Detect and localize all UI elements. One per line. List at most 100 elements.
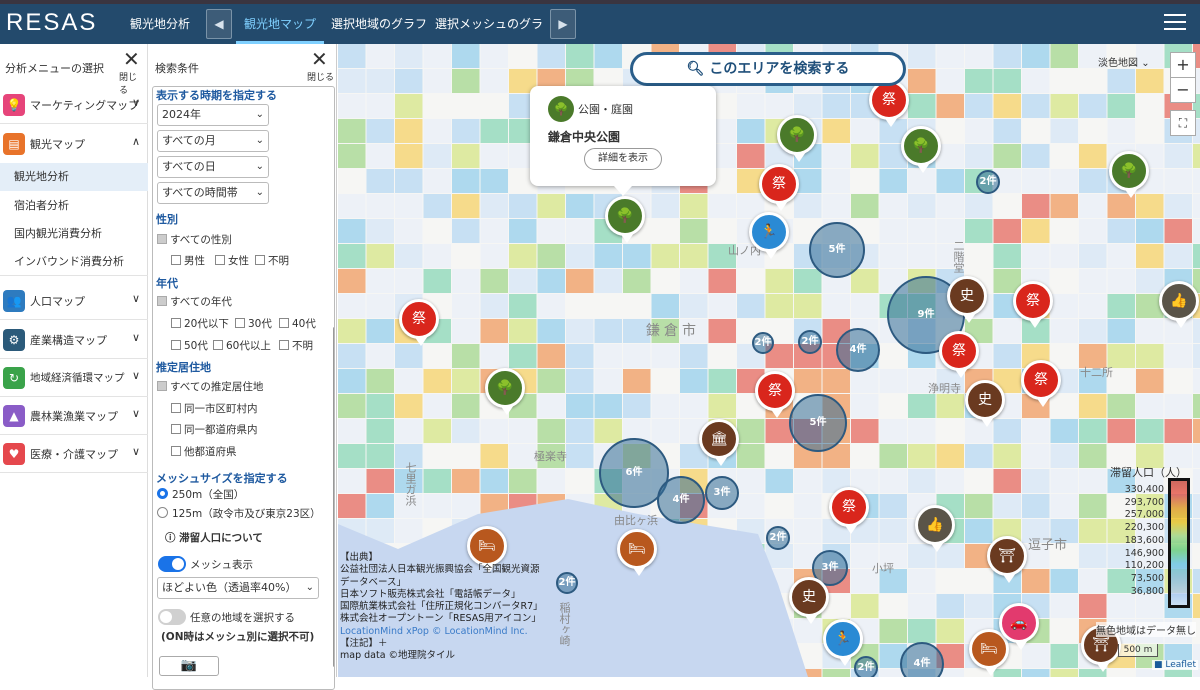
credit-line[interactable]: LocationMind xPop © LocationMind Inc. [340, 626, 540, 638]
mesh-cell[interactable] [366, 419, 395, 443]
menu-medical-care-map[interactable]: ♥ 医療・介護マップ ∨ [0, 435, 148, 473]
mesh-cell[interactable] [651, 294, 680, 318]
mesh-cell[interactable] [1164, 144, 1193, 168]
mesh-cell[interactable] [1107, 319, 1136, 343]
mesh-cell[interactable] [993, 244, 1022, 268]
mesh-125m-radio[interactable]: 125m（政令市及び東京23区） [157, 506, 321, 521]
mesh-cell[interactable] [480, 294, 509, 318]
gender-all-checkbox[interactable]: すべての性別 [157, 232, 232, 247]
mesh-cell[interactable] [965, 519, 993, 543]
leaflet-attribution[interactable]: ■ Leaflet [1151, 660, 1198, 670]
mesh-cell[interactable] [338, 119, 366, 143]
activity-pin-icon[interactable]: 🏃 [749, 212, 789, 259]
mesh-cell[interactable] [879, 194, 908, 218]
mesh-cell[interactable] [395, 44, 423, 68]
mesh-cell[interactable] [423, 369, 452, 393]
mesh-cell[interactable] [423, 419, 452, 443]
mesh-cell[interactable] [1050, 494, 1079, 518]
mesh-cell[interactable] [851, 144, 879, 168]
mesh-cell[interactable] [480, 119, 509, 143]
mesh-cell[interactable] [1050, 319, 1079, 343]
cluster-marker[interactable]: 4件 [836, 328, 880, 372]
mesh-cell[interactable] [452, 169, 480, 193]
mesh-cell[interactable] [452, 44, 480, 68]
mesh-cell[interactable] [366, 194, 395, 218]
mesh-cell[interactable] [480, 219, 509, 243]
mesh-cell[interactable] [737, 294, 765, 318]
mesh-cell[interactable] [651, 194, 680, 218]
mesh-cell[interactable] [366, 344, 395, 368]
mesh-cell[interactable] [1050, 294, 1079, 318]
mesh-cell[interactable] [708, 269, 737, 293]
mesh-cell[interactable] [452, 494, 480, 518]
mesh-cell[interactable] [566, 44, 594, 68]
mesh-cell[interactable] [1107, 294, 1136, 318]
mesh-cell[interactable] [594, 419, 623, 443]
mesh-cell[interactable] [566, 219, 594, 243]
mesh-cell[interactable] [338, 319, 366, 343]
thumbs-up-pin-icon[interactable]: 👍 [915, 505, 955, 552]
mesh-cell[interactable] [794, 469, 822, 493]
mesh-cell[interactable] [1107, 94, 1136, 118]
mesh-cell[interactable] [1050, 569, 1079, 593]
sub-item-tourism-analysis[interactable]: 観光地分析 [0, 163, 148, 191]
mesh-cell[interactable] [1193, 394, 1200, 418]
mesh-cell[interactable] [1136, 269, 1164, 293]
mesh-cell[interactable] [1136, 369, 1164, 393]
mesh-cell[interactable] [765, 469, 794, 493]
mesh-cell[interactable] [594, 244, 623, 268]
mesh-cell[interactable] [680, 194, 708, 218]
mesh-cell[interactable] [338, 269, 366, 293]
park-pin-icon[interactable]: 🌳 [901, 126, 941, 173]
mesh-cell[interactable] [1107, 244, 1136, 268]
mesh-cell[interactable] [366, 119, 395, 143]
mesh-cell[interactable] [566, 344, 594, 368]
mesh-cell[interactable] [851, 294, 879, 318]
mesh-cell[interactable] [879, 369, 908, 393]
mesh-cell[interactable] [1079, 394, 1107, 418]
mesh-cell[interactable] [480, 69, 509, 93]
mesh-cell[interactable] [1193, 194, 1200, 218]
mesh-cell[interactable] [1136, 194, 1164, 218]
mesh-cell[interactable] [1164, 419, 1193, 443]
mesh-cell[interactable] [1193, 244, 1200, 268]
show-details-button[interactable]: 詳細を表示 [584, 148, 662, 170]
mesh-cell[interactable] [708, 294, 737, 318]
mesh-cell[interactable] [423, 119, 452, 143]
mesh-cell[interactable] [1079, 194, 1107, 218]
mesh-cell[interactable] [452, 144, 480, 168]
mesh-cell[interactable] [366, 319, 395, 343]
mesh-cell[interactable] [338, 94, 366, 118]
mesh-cell[interactable] [366, 394, 395, 418]
mesh-cell[interactable] [395, 519, 423, 543]
mesh-cell[interactable] [338, 469, 366, 493]
mesh-cell[interactable] [1107, 269, 1136, 293]
mesh-cell[interactable] [879, 219, 908, 243]
color-transparency-select[interactable]: ほどよい色（透過率40%） ⌄ [157, 577, 319, 599]
mesh-cell[interactable] [851, 119, 879, 143]
cluster-marker[interactable]: 4件 [657, 476, 705, 524]
festival-pin-icon[interactable]: 祭 [759, 164, 799, 211]
mesh-cell[interactable] [737, 494, 765, 518]
mesh-cell[interactable] [594, 394, 623, 418]
mesh-cell[interactable] [993, 44, 1022, 68]
mesh-cell[interactable] [338, 144, 366, 168]
mesh-cell[interactable] [366, 369, 395, 393]
mesh-cell[interactable] [794, 194, 822, 218]
mesh-cell[interactable] [737, 444, 765, 468]
mesh-cell[interactable] [338, 369, 366, 393]
mesh-cell[interactable] [908, 394, 936, 418]
mesh-cell[interactable] [936, 69, 965, 93]
mesh-cell[interactable] [936, 169, 965, 193]
mesh-cell[interactable] [452, 269, 480, 293]
mesh-cell[interactable] [480, 244, 509, 268]
mesh-cell[interactable] [936, 444, 965, 468]
mesh-cell[interactable] [623, 269, 651, 293]
mesh-cell[interactable] [993, 219, 1022, 243]
mesh-cell[interactable] [1079, 219, 1107, 243]
mesh-cell[interactable] [965, 119, 993, 143]
mesh-cell[interactable] [509, 469, 537, 493]
mesh-250m-radio[interactable]: 250m（全国） [157, 487, 244, 502]
mesh-cell[interactable] [1079, 469, 1107, 493]
mesh-cell[interactable] [1079, 494, 1107, 518]
